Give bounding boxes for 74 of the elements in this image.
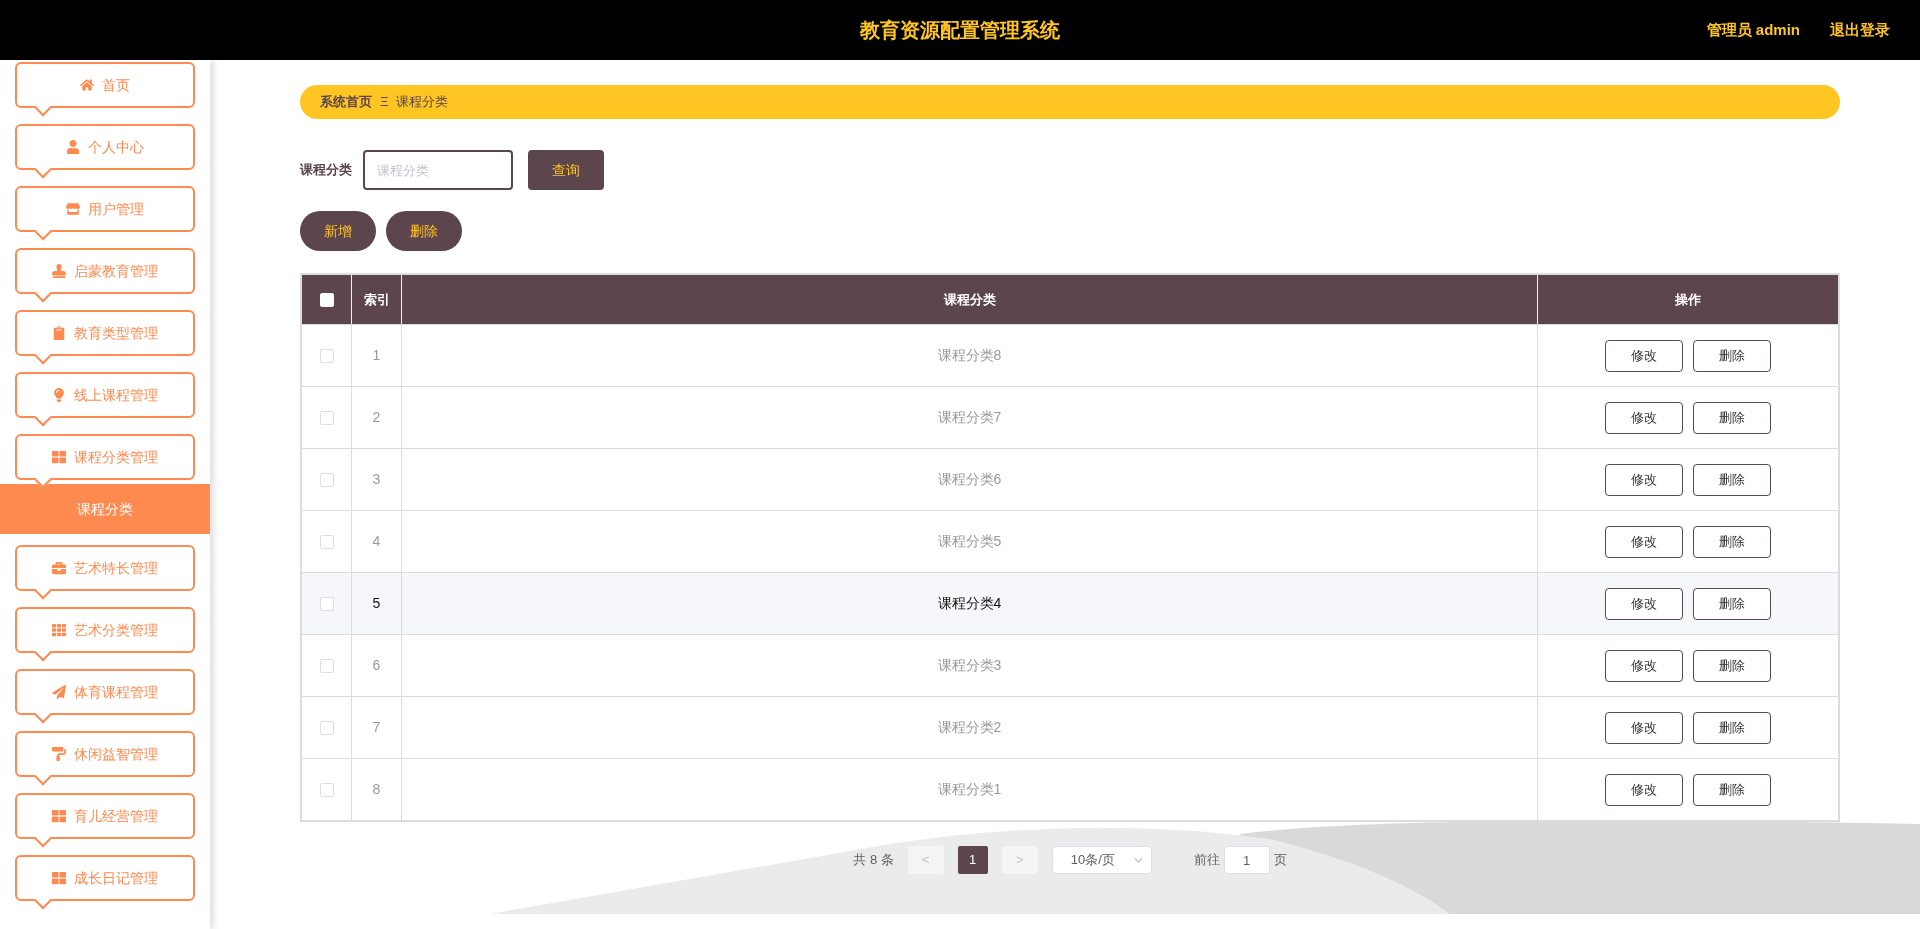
delete-button[interactable]: 删除 [1693, 587, 1771, 620]
edit-button[interactable]: 修改 [1605, 587, 1683, 620]
grid-icon [52, 623, 66, 637]
delete-button[interactable]: 删除 [1693, 401, 1771, 434]
checkbox[interactable] [319, 472, 334, 487]
index-cell-text: 5 [372, 594, 381, 613]
edit-button[interactable]: 修改 [1605, 339, 1683, 372]
index-cell-text: 3 [372, 470, 381, 489]
page-size-select[interactable]: 10条/页 [1051, 846, 1152, 874]
index-cell-text: 8 [372, 780, 381, 799]
search-label: 课程分类 [300, 161, 352, 180]
delete-button[interactable]: 删除 [1693, 711, 1771, 744]
edit-button[interactable]: 修改 [1605, 649, 1683, 682]
delete-button[interactable]: 删除 [386, 211, 462, 251]
index-cell-text: 7 [372, 718, 381, 737]
breadcrumb-current: 课程分类 [396, 93, 449, 112]
lightbulb-icon [52, 388, 66, 402]
page-button[interactable]: 1 [957, 846, 988, 874]
edit-button[interactable]: 修改 [1605, 401, 1683, 434]
index-cell-text: 6 [372, 656, 381, 675]
total-count: 共 8 条 [853, 851, 894, 870]
paint-roller-icon [52, 747, 66, 761]
shop-icon [66, 202, 80, 216]
goto-label: 前往 [1193, 851, 1220, 870]
edit-button[interactable]: 修改 [1605, 463, 1683, 496]
delete-button[interactable]: 删除 [1693, 339, 1771, 372]
checkbox[interactable] [319, 348, 334, 363]
search-button[interactable]: 查询 [528, 150, 604, 190]
checkbox[interactable] [319, 596, 334, 611]
index-cell-text: 1 [372, 346, 381, 365]
clipboard-icon [52, 326, 66, 340]
column-header: 课程分类 [943, 290, 996, 309]
breadcrumb-home-link[interactable]: 系统首页 [320, 92, 372, 112]
goto-suffix: 页 [1273, 851, 1287, 870]
delete-button[interactable]: 删除 [1693, 463, 1771, 496]
grid-icon [52, 871, 66, 885]
app-title: 教育资源配置管理系统 [860, 18, 1060, 43]
edit-button[interactable]: 修改 [1605, 525, 1683, 558]
delete-button[interactable]: 删除 [1693, 773, 1771, 806]
category-cell-text: 课程分类2 [937, 718, 1002, 737]
category-cell-text: 课程分类7 [937, 408, 1002, 427]
category-cell-text: 课程分类8 [937, 346, 1002, 365]
breadcrumb-separator: Ξ [380, 93, 389, 112]
checkbox[interactable] [319, 658, 334, 673]
chevron-down-icon [1133, 855, 1143, 865]
logout-link[interactable]: 退出登录 [1830, 18, 1890, 42]
column-header: 操作 [1675, 290, 1701, 309]
edit-button[interactable]: 修改 [1605, 711, 1683, 744]
checkbox[interactable] [319, 720, 334, 735]
index-cell-text: 2 [372, 408, 381, 427]
user-icon [66, 140, 80, 154]
stamp-icon [52, 264, 66, 278]
grid-icon [52, 809, 66, 823]
admin-label: 管理员 admin [1706, 19, 1800, 40]
goto-page-field[interactable]: 1 [1223, 846, 1270, 874]
checkbox[interactable] [319, 410, 334, 425]
add-button[interactable]: 新增 [300, 211, 376, 251]
category-cell-text: 课程分类6 [937, 470, 1002, 489]
home-icon [80, 78, 94, 92]
column-header: 索引 [363, 290, 390, 309]
search-field[interactable]: 课程分类 [363, 150, 513, 190]
index-cell-text: 4 [372, 532, 381, 551]
paper-plane-icon [52, 685, 66, 699]
category-cell-text: 课程分类5 [937, 532, 1002, 551]
delete-button[interactable]: 删除 [1693, 649, 1771, 682]
grid-icon [52, 450, 66, 464]
category-cell-text: 课程分类1 [937, 780, 1002, 799]
delete-button[interactable]: 删除 [1693, 525, 1771, 558]
checkbox[interactable] [319, 534, 334, 549]
category-cell-text: 课程分类4 [937, 594, 1002, 613]
category-cell-text: 课程分类3 [937, 656, 1002, 675]
briefcase-icon [52, 561, 66, 575]
edit-button[interactable]: 修改 [1605, 773, 1683, 806]
checkbox[interactable] [319, 782, 334, 797]
